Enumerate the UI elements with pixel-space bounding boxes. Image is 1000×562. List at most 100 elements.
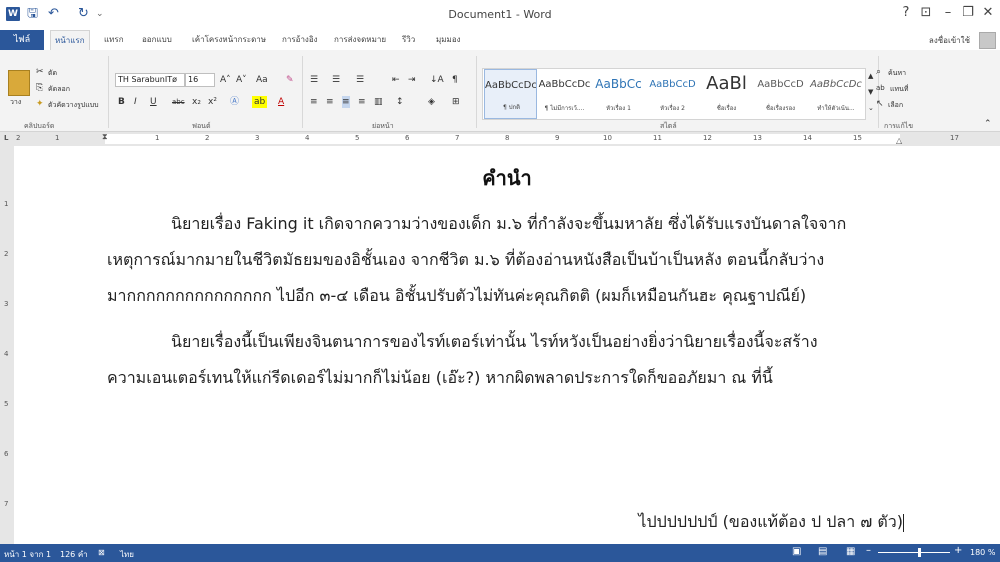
ribbon-display-button[interactable]: ⊡ (916, 5, 936, 20)
tab-mailings[interactable]: การส่งจดหมาย (330, 30, 390, 50)
font-group-label: ฟอนต์ (192, 122, 211, 130)
change-case-button[interactable]: Aa (256, 74, 268, 86)
align-right-icon[interactable]: ≡ (342, 96, 350, 108)
sign-in-link[interactable]: ลงชื่อเข้าใช้ (929, 34, 970, 47)
align-center-icon[interactable]: ≡ (326, 96, 334, 108)
grow-font-button[interactable]: A˄ (220, 74, 231, 86)
zoom-level[interactable]: 180 % (970, 548, 995, 557)
underline-button[interactable]: U (150, 96, 157, 108)
ruler-number: 15 (853, 134, 862, 142)
tab-home[interactable]: หน้าแรก (50, 30, 90, 50)
ruler-number: 3 (255, 134, 260, 142)
tab-file[interactable]: ไฟล์ (0, 30, 44, 50)
shading-icon[interactable]: ◈ (428, 96, 435, 108)
language-indicator[interactable]: ไทย (120, 548, 134, 561)
superscript-button[interactable]: x² (208, 96, 217, 108)
proofing-icon[interactable]: ⊠ (98, 548, 105, 557)
style-name: ชื่อเรื่องรอง (765, 105, 796, 112)
select-icon[interactable]: ↖ (876, 98, 884, 110)
ruler-number: 5 (355, 134, 360, 142)
tab-design[interactable]: ออกแบบ (138, 30, 176, 50)
multilevel-list-icon[interactable]: ☰ (356, 74, 364, 86)
indent-marker-icon[interactable]: ⧗ (102, 132, 108, 142)
find-icon[interactable]: ⌕ (876, 66, 881, 78)
tab-view[interactable]: มุมมอง (432, 30, 465, 50)
avatar[interactable] (979, 32, 996, 49)
style-item[interactable]: AaBl ชื่อเรื่อง (700, 69, 753, 119)
right-indent-icon[interactable]: △ (896, 136, 902, 145)
text-effects-icon[interactable]: Ⓐ (230, 96, 239, 108)
page-count[interactable]: หน้า 1 จาก 1 (4, 548, 51, 561)
tab-layout[interactable]: เค้าโครงหน้ากระดาษ (188, 30, 270, 50)
minimize-button[interactable]: – (938, 5, 958, 20)
zoom-slider[interactable] (878, 552, 950, 553)
styles-more-icon[interactable]: ⌄ (868, 102, 874, 114)
select-button[interactable]: เลือก (888, 99, 903, 111)
read-mode-icon[interactable]: ▣ (792, 546, 801, 557)
styles-scroll-down-icon[interactable]: ▼ (868, 86, 873, 98)
subscript-button[interactable]: x₂ (192, 96, 201, 108)
bullets-icon[interactable]: ☰ (310, 74, 318, 86)
style-item[interactable]: AaBbCcDc ¶ ไม่มีการเว้.... (538, 69, 591, 119)
font-color-icon[interactable]: A (278, 96, 284, 108)
replace-button[interactable]: แทนที่ (890, 83, 909, 95)
paste-button[interactable]: วาง (10, 96, 21, 108)
decrease-indent-icon[interactable]: ⇤ (392, 74, 400, 86)
copy-button[interactable]: คัดลอก (48, 83, 70, 95)
italic-button[interactable]: I (134, 96, 137, 108)
tab-selector-icon[interactable]: L (4, 134, 8, 142)
borders-icon[interactable]: ⊞ (452, 96, 460, 108)
zoom-slider-thumb[interactable] (918, 548, 921, 557)
ruler-number: 7 (4, 500, 9, 508)
ruler-number: 12 (703, 134, 712, 142)
style-item[interactable]: AaBbCcDc ทำให้ตัวเน้น... (808, 69, 864, 119)
restore-button[interactable]: ❐ (958, 5, 978, 20)
zoom-out-icon[interactable]: – (866, 545, 871, 556)
collapse-ribbon-icon[interactable]: ⌃ (984, 118, 992, 130)
horizontal-ruler[interactable]: L 2 1 1 2 3 4 5 6 7 8 9 10 11 12 13 14 1… (0, 132, 1000, 146)
word-count[interactable]: 126 คำ (60, 548, 88, 561)
copy-icon[interactable]: ⎘ (36, 82, 43, 94)
shrink-font-button[interactable]: A˅ (236, 74, 247, 86)
sort-button[interactable]: ↓A (430, 74, 444, 86)
style-item[interactable]: AaBbCcD ชื่อเรื่องรอง (754, 69, 807, 119)
bold-button[interactable]: B (118, 96, 125, 108)
show-hide-button[interactable]: ¶ (452, 74, 458, 86)
tab-insert[interactable]: แทรก (100, 30, 128, 50)
line-spacing-icon[interactable]: ↕ (396, 96, 404, 108)
font-size-box[interactable]: 16 (185, 73, 215, 87)
ruler-number: 17 (950, 134, 959, 142)
increase-indent-icon[interactable]: ⇥ (408, 74, 416, 86)
tab-references[interactable]: การอ้างอิง (278, 30, 322, 50)
paste-icon[interactable] (8, 70, 30, 96)
ruler-number: 14 (803, 134, 812, 142)
find-button[interactable]: ค้นหา (888, 67, 906, 79)
cut-icon[interactable]: ✂ (36, 66, 44, 78)
strikethrough-button[interactable]: abc (172, 96, 185, 108)
print-layout-icon[interactable]: ▤ (818, 546, 827, 557)
replace-icon[interactable]: ab (876, 82, 885, 94)
align-left-icon[interactable]: ≡ (310, 96, 318, 108)
justify-icon[interactable]: ≡ (358, 96, 366, 108)
numbering-icon[interactable]: ☰ (332, 74, 340, 86)
style-item[interactable]: AaBbCcDc ¶ ปกติ (484, 69, 537, 119)
group-divider (108, 56, 109, 128)
ruler-number: 10 (603, 134, 612, 142)
style-item[interactable]: AaBbCcD หัวเรื่อง 2 (646, 69, 699, 119)
close-button[interactable]: ✕ (978, 5, 998, 20)
style-item[interactable]: AaBbCc หัวเรื่อง 1 (592, 69, 645, 119)
format-painter-button[interactable]: ตัวคัดวางรูปแบบ (48, 99, 99, 111)
highlight-color-icon[interactable]: ab (252, 96, 268, 108)
zoom-in-icon[interactable]: + (954, 545, 962, 556)
format-painter-icon[interactable]: ✦ (36, 98, 44, 110)
font-name-box[interactable]: TH SarabunITø (115, 73, 185, 87)
distributed-icon[interactable]: ▥ (374, 96, 383, 108)
clear-formatting-button[interactable]: ✎ (286, 74, 294, 86)
help-button[interactable]: ? (896, 5, 916, 20)
tab-review[interactable]: รีวิว (398, 30, 419, 50)
cut-button[interactable]: ตัด (48, 67, 57, 79)
web-layout-icon[interactable]: ▦ (846, 546, 855, 557)
styles-scroll-up-icon[interactable]: ▲ (868, 70, 873, 82)
ruler-number: 2 (205, 134, 210, 142)
document-page[interactable]: คำนำ นิยายเรื่อง Faking it เกิดจากความว่… (14, 146, 1000, 544)
